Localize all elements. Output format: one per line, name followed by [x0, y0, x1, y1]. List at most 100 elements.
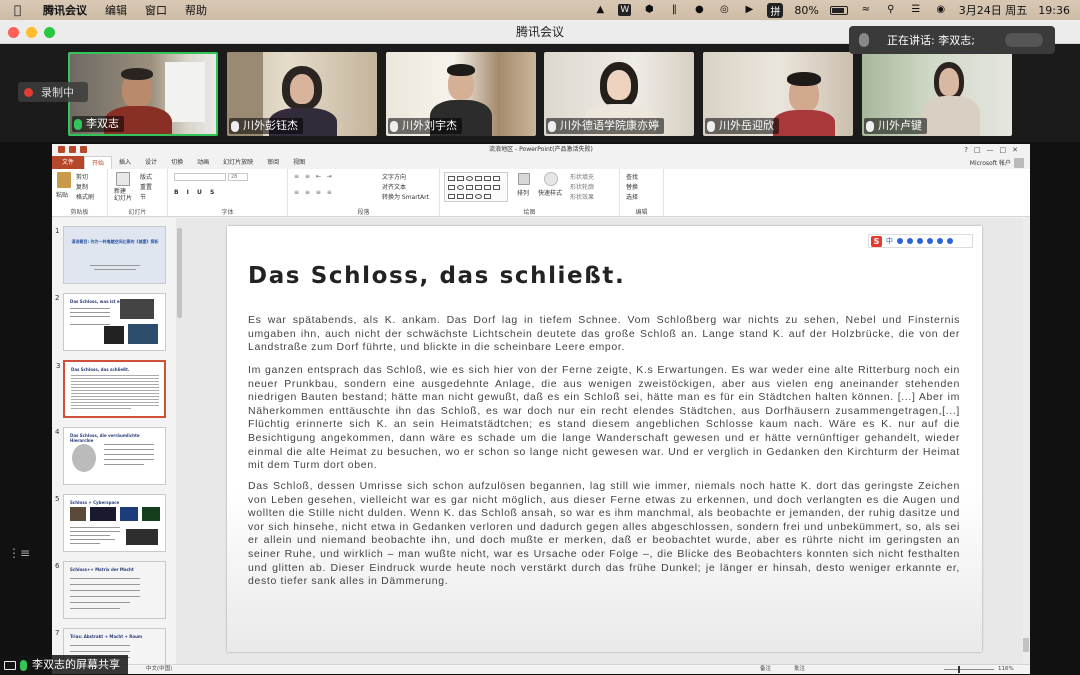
stats-icon[interactable]: ‖ — [667, 4, 681, 16]
participant-tile[interactable]: 川外岳迎欣 — [703, 52, 853, 136]
participant-tile[interactable]: 李双志 — [68, 52, 218, 136]
align-text-button[interactable]: 对齐文本 — [382, 182, 406, 191]
font-size-box[interactable]: 28 — [228, 173, 248, 181]
voice-icon[interactable] — [917, 238, 923, 244]
save-icon[interactable] — [58, 146, 65, 153]
replace-button[interactable]: 替换 — [626, 182, 638, 191]
layout-button[interactable]: 版式 — [140, 172, 152, 181]
slide[interactable]: S 中 Das Schloss, das schließt. Es war sp… — [227, 226, 982, 652]
skin-icon[interactable] — [937, 238, 943, 244]
menubar-item-help[interactable]: 帮助 — [185, 2, 207, 18]
list-toggle-icon[interactable]: ⋮≡ — [8, 546, 30, 560]
ime-toolbar[interactable]: S 中 — [868, 234, 973, 248]
apple-icon[interactable]:  — [14, 4, 25, 16]
broadcast-icon[interactable]: ◎ — [717, 4, 731, 16]
menubar-time[interactable]: 19:36 — [1038, 4, 1070, 17]
account-area[interactable]: Microsoft 帐户 — [970, 157, 1024, 168]
tab-slideshow[interactable]: 幻灯片放映 — [216, 156, 260, 169]
tab-review[interactable]: 审阅 — [260, 156, 286, 169]
close-window-button[interactable] — [8, 27, 19, 38]
spotlight-search-icon[interactable]: ⚲ — [884, 4, 898, 16]
slide-thumbnail[interactable]: 6 Schloss++ Matrix der Macht — [55, 561, 166, 619]
undo-icon[interactable] — [69, 146, 76, 153]
canvas-scrollbar[interactable] — [1022, 218, 1030, 664]
arrange-button[interactable]: 排列 — [517, 188, 529, 197]
find-button[interactable]: 查找 — [626, 172, 638, 181]
tab-home[interactable]: 开始 — [84, 156, 113, 169]
battery-icon[interactable] — [829, 5, 848, 15]
participant-tile[interactable]: 川外卢键 — [862, 52, 1012, 136]
status-language[interactable]: 中文(中国) — [146, 665, 172, 674]
mic-icon[interactable]: ● — [692, 4, 706, 16]
toolbox-icon[interactable] — [947, 238, 953, 244]
shape-gallery[interactable] — [444, 172, 508, 202]
select-button[interactable]: 选择 — [626, 192, 638, 201]
section-button[interactable]: 节 — [140, 192, 146, 201]
align-buttons[interactable]: ≡ ≡ ≡ ≡ — [294, 189, 334, 196]
recording-indicator[interactable]: 录制中 — [18, 82, 88, 102]
redo-icon[interactable] — [80, 146, 87, 153]
wifi-icon[interactable]: ≈ — [859, 4, 873, 16]
slide-thumbnail[interactable]: 5 Schloss + Cyberspace — [55, 494, 166, 552]
bold-italic-underline-buttons[interactable]: B I U S — [174, 189, 217, 196]
cube-icon[interactable]: ⬢ — [642, 4, 656, 16]
menubar-date[interactable]: 3月24日 周五 — [959, 2, 1028, 18]
tab-transitions[interactable]: 切换 — [164, 156, 190, 169]
tab-design[interactable]: 设计 — [138, 156, 164, 169]
control-center-icon[interactable]: ☰ — [909, 4, 923, 16]
slide-thumbnail[interactable]: 2 Das Schloss, was ist es? — [55, 293, 166, 351]
slide-thumbnail-selected[interactable]: 3 Das Schloss, das schließt. — [56, 360, 166, 418]
menubar-app-name[interactable]: 腾讯会议 — [43, 2, 87, 18]
tab-view[interactable]: 视图 — [286, 156, 312, 169]
input-method-indicator[interactable]: 拼 — [767, 2, 784, 18]
shape-outline-button[interactable]: 形状轮廓 — [570, 182, 594, 191]
emoji-icon[interactable] — [907, 238, 913, 244]
tab-animations[interactable]: 动画 — [190, 156, 216, 169]
shape-fill-button[interactable]: 形状填充 — [570, 172, 594, 181]
text-direction-button[interactable]: 文字方向 — [382, 172, 406, 181]
smartart-button[interactable]: 转换为 SmartArt — [382, 192, 429, 201]
fullscreen-window-button[interactable] — [44, 27, 55, 38]
mountain-icon[interactable]: ▲ — [593, 4, 607, 16]
slide-paragraph[interactable]: Es war spätabends, als K. ankam. Das Dor… — [248, 314, 960, 355]
word-app-icon[interactable]: W — [618, 4, 632, 16]
comments-button[interactable]: 批注 — [794, 665, 805, 674]
notes-button[interactable]: 备注 — [760, 665, 771, 674]
ppt-window-controls[interactable]: ?□—□✕ — [964, 144, 1024, 156]
punct-icon[interactable] — [897, 238, 903, 244]
list-buttons[interactable]: ≡ ≡ ⇤ ⇥ — [294, 173, 334, 180]
thumbnail-scroll-thumb[interactable] — [177, 228, 182, 318]
copy-button[interactable]: 复制 — [76, 182, 88, 191]
reset-button[interactable]: 重置 — [140, 182, 152, 191]
canvas-scroll-thumb[interactable] — [1023, 638, 1029, 652]
slide-paragraph[interactable]: Das Schloß, dessen Umrisse sich schon au… — [248, 480, 960, 589]
slide-thumbnail[interactable]: 1 演讲题目: 作为一种鬼魅空间幻景的《城堡》探析 — [55, 226, 166, 284]
format-painter-button[interactable]: 格式刷 — [76, 192, 94, 201]
mic-icon — [390, 120, 398, 132]
tab-insert[interactable]: 插入 — [112, 156, 138, 169]
slide-paragraph[interactable]: Im ganzen entsprach das Schloß, wie es s… — [248, 364, 960, 473]
participant-tile[interactable]: 川外刘宇杰 — [386, 52, 536, 136]
ime-mode[interactable]: 中 — [886, 236, 893, 246]
zoom-level[interactable]: 116% — [998, 665, 1014, 674]
slide-heading[interactable]: Das Schloss, das schließt. — [248, 263, 625, 289]
play-icon[interactable]: ▶ — [742, 4, 756, 16]
thumbnail-scrollbar[interactable] — [176, 218, 183, 664]
participant-tile[interactable]: 川外德语学院康亦婷 — [544, 52, 694, 136]
minimize-window-button[interactable] — [26, 27, 37, 38]
cut-button[interactable]: 剪切 — [76, 172, 88, 181]
menubar-item-edit[interactable]: 编辑 — [105, 2, 127, 18]
participant-tile[interactable]: 川外彭钰杰 — [227, 52, 377, 136]
paste-button[interactable]: 粘贴 — [56, 190, 68, 199]
menubar-item-window[interactable]: 窗口 — [145, 2, 167, 18]
font-name-box[interactable] — [174, 173, 226, 181]
slide-thumbnail[interactable]: 4 Das Schloss, die verräumlichte Hierarc… — [55, 427, 166, 485]
quick-styles-button[interactable]: 快速样式 — [538, 188, 562, 197]
shape-effects-button[interactable]: 形状效果 — [570, 192, 594, 201]
siri-icon[interactable]: ◉ — [934, 4, 948, 16]
keyboard-icon[interactable] — [927, 238, 933, 244]
zoom-slider[interactable] — [944, 666, 994, 673]
tab-file[interactable]: 文件 — [52, 156, 85, 169]
zoom-slider-thumb[interactable] — [958, 666, 960, 673]
new-slide-button[interactable]: 新建 幻灯片 — [114, 188, 132, 202]
